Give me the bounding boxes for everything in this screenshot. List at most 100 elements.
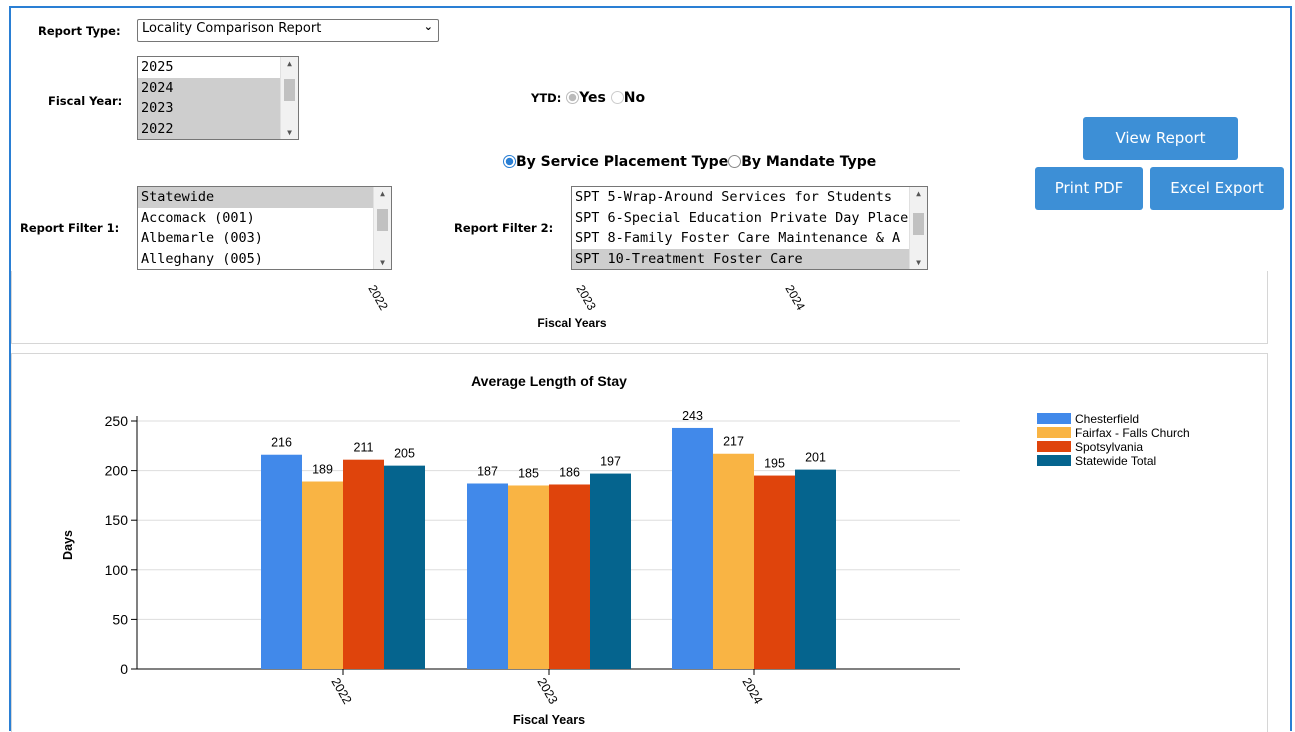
bar <box>384 465 425 669</box>
data-label: 186 <box>559 465 580 479</box>
bar <box>343 459 384 669</box>
bar <box>508 485 549 669</box>
fiscal-year-label: Fiscal Year: <box>48 94 123 108</box>
y-tick-label: 150 <box>105 512 129 528</box>
list-item[interactable]: Statewide <box>138 187 391 208</box>
ytd-no-label: No <box>623 90 646 106</box>
bar <box>672 427 713 669</box>
ytd-yes-radio[interactable] <box>566 91 580 104</box>
excel-export-button[interactable]: Excel Export <box>1150 167 1284 210</box>
data-label: 185 <box>518 466 539 480</box>
list-item[interactable]: 2022 <box>138 118 298 139</box>
upper-chart-fragment: 2022 2023 2024 Fiscal Years <box>365 283 808 331</box>
fiscal-year-listbox[interactable]: 2025 2024 2023 2022 ▲ ▼ <box>137 56 299 140</box>
list-item[interactable]: 2025 <box>138 57 298 78</box>
x-tick-label: 2022 <box>328 676 354 707</box>
ytd-yes-label: Yes <box>579 90 606 106</box>
bar <box>795 469 836 669</box>
scroll-down-icon[interactable]: ▼ <box>281 128 298 137</box>
filter1-label: Report Filter 1: <box>20 221 120 235</box>
y-tick-label: 50 <box>112 611 128 627</box>
legend-swatch <box>1037 455 1071 466</box>
scroll-down-icon[interactable]: ▼ <box>374 258 391 267</box>
chart-title: Average Length of Stay <box>471 373 627 389</box>
by-mandate-radio[interactable] <box>728 155 742 168</box>
data-label: 201 <box>805 451 826 465</box>
legend-label: Chesterfield <box>1075 412 1139 426</box>
by-mandate-label: By Mandate Type <box>741 154 877 170</box>
report-type-select[interactable]: Locality Comparison Report ⌄ <box>137 19 439 42</box>
bar <box>754 475 795 669</box>
scrollbar-thumb[interactable] <box>284 79 295 101</box>
data-label: 243 <box>682 409 703 423</box>
data-label: 216 <box>271 436 292 450</box>
filter1-listbox[interactable]: Statewide Accomack (001) Albemarle (003)… <box>137 186 392 270</box>
bar <box>261 454 302 669</box>
bar <box>590 473 631 669</box>
print-pdf-button[interactable]: Print PDF <box>1035 167 1143 210</box>
list-item[interactable]: Albemarle (003) <box>138 228 391 249</box>
by-spt-radio[interactable] <box>503 155 516 168</box>
data-label: 187 <box>477 464 498 478</box>
scroll-up-icon[interactable]: ▲ <box>374 189 391 198</box>
scroll-down-icon[interactable]: ▼ <box>910 258 927 267</box>
data-label: 211 <box>354 441 374 455</box>
legend-swatch <box>1037 413 1071 424</box>
ytd-label: YTD: <box>531 91 562 105</box>
x-tick-label: 2023 <box>573 283 599 313</box>
bar-chart: 0 50 100 150 200 250 216 189 211 205 2022 187 185 186… <box>61 373 1190 727</box>
x-tick-label: 2023 <box>534 676 560 707</box>
data-label: 195 <box>764 457 785 471</box>
x-tick-label: 2024 <box>739 676 765 707</box>
y-tick-label: 100 <box>105 562 129 578</box>
list-item[interactable]: Accomack (001) <box>138 208 391 229</box>
chart-panel: 0 50 100 150 200 250 216 189 211 205 2022 187 185 186… <box>11 353 1268 732</box>
data-label: 197 <box>600 455 621 469</box>
scrollbar-thumb[interactable] <box>377 209 388 231</box>
filter2-label: Report Filter 2: <box>454 221 554 235</box>
x-axis-title: Fiscal Years <box>513 713 585 727</box>
x-tick-label: 2024 <box>782 283 808 313</box>
list-item[interactable]: 2023 <box>138 98 298 119</box>
y-axis-title: Days <box>61 530 75 560</box>
legend-label: Spotsylvania <box>1075 440 1143 454</box>
ytd-group: YTD: Yes No <box>531 90 645 106</box>
upper-chart-panel: 2022 2023 2024 Fiscal Years <box>11 271 1268 344</box>
list-item[interactable]: Alleghany (005) <box>138 249 391 270</box>
data-label: 205 <box>394 447 415 461</box>
bar <box>302 481 343 669</box>
legend-swatch <box>1037 427 1071 438</box>
bar <box>713 453 754 669</box>
report-type-label: Report Type: <box>38 24 121 38</box>
frame-border <box>9 6 1292 8</box>
list-item[interactable]: SPT 10-Treatment Foster Care <box>572 248 927 269</box>
data-label: 217 <box>723 435 744 449</box>
by-spt-label: By Service Placement Type <box>516 154 729 170</box>
legend-swatch <box>1037 441 1071 452</box>
report-type-value: Locality Comparison Report <box>142 21 322 36</box>
scrollbar[interactable]: ▲ ▼ <box>373 187 391 269</box>
scrollbar-thumb[interactable] <box>913 213 924 235</box>
list-item[interactable]: SPT 5-Wrap-Around Services for Students <box>572 187 927 208</box>
list-item[interactable]: SPT 6-Special Education Private Day Plac… <box>572 208 927 229</box>
view-report-button[interactable]: View Report <box>1083 117 1238 160</box>
chevron-down-icon: ⌄ <box>423 20 433 33</box>
scroll-up-icon[interactable]: ▲ <box>910 189 927 198</box>
legend-label: Fairfax - Falls Church <box>1075 426 1190 440</box>
bar <box>467 483 508 669</box>
legend-label: Statewide Total <box>1075 454 1156 468</box>
scrollbar[interactable]: ▲ ▼ <box>909 187 927 269</box>
filter2-listbox[interactable]: SPT 5-Wrap-Around Services for Students … <box>571 186 928 270</box>
x-axis-title: Fiscal Years <box>537 316 606 330</box>
scroll-up-icon[interactable]: ▲ <box>281 59 298 68</box>
y-tick-label: 250 <box>105 413 129 429</box>
y-tick-label: 0 <box>120 661 128 677</box>
list-item[interactable]: 2024 <box>138 77 298 98</box>
y-tick-label: 200 <box>105 463 129 479</box>
ytd-no-radio[interactable] <box>610 91 624 104</box>
grouping-radio-group: By Service Placement Type By Mandate Type <box>503 154 876 170</box>
list-item[interactable]: SPT 8-Family Foster Care Maintenance & A <box>572 228 927 249</box>
bar <box>549 484 590 669</box>
scrollbar[interactable]: ▲ ▼ <box>280 57 298 139</box>
data-label: 189 <box>312 463 333 477</box>
